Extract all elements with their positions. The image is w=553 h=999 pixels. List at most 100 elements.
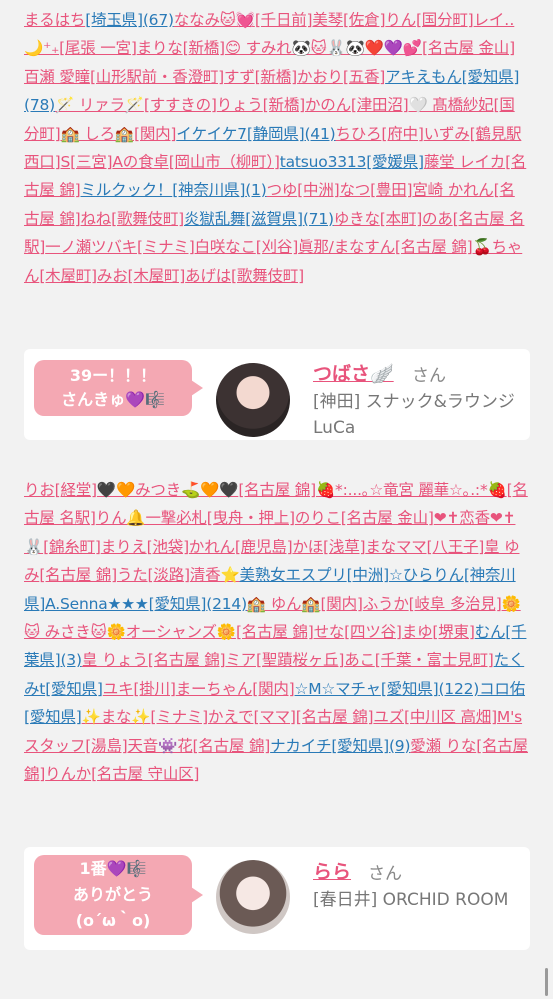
name-link[interactable]: [名古屋 錦] — [395, 238, 473, 256]
name-link[interactable]: まゆ — [402, 623, 433, 641]
name-link[interactable]: [ミナミ] — [150, 708, 208, 726]
name-link[interactable]: [中洲] — [297, 181, 339, 199]
name-link[interactable]: [国分町] — [416, 11, 474, 29]
name-link[interactable]: [池袋] — [147, 538, 189, 556]
name-link[interactable]: [関内] — [252, 680, 294, 698]
name-link[interactable]: りお — [24, 481, 55, 499]
name-link[interactable]: [名古屋 錦] — [148, 651, 226, 669]
name-link[interactable]: [千日前] — [255, 11, 313, 29]
name-link[interactable]: [名古屋 錦] — [236, 623, 314, 641]
name-link[interactable]: 😊 すみれ🐼🐱🐰🐼❤️💜💕 — [225, 39, 422, 57]
name-link[interactable]: 炎獄乱舞 — [184, 210, 245, 228]
name-link[interactable]: 🏫 ゆん🏫 — [247, 595, 321, 613]
name-link[interactable]: (78) — [24, 96, 55, 114]
name-link[interactable]: [岡山市（柳町）] — [169, 153, 280, 171]
name-link[interactable]: [曳舟・押上] — [207, 509, 295, 527]
name-link[interactable]: [中川区 高畑] — [404, 708, 497, 726]
name-link[interactable]: 宮崎 かれん — [412, 181, 493, 199]
name-link[interactable]: [名古屋 金山] — [341, 509, 434, 527]
name-link[interactable]: [名古屋 守山区] — [91, 765, 199, 783]
name-link[interactable]: ナカイチ — [270, 737, 331, 755]
name-link[interactable]: 一撃必札 — [145, 509, 206, 527]
name-link[interactable]: [ミナミ] — [137, 238, 195, 256]
name-link[interactable]: ユズ — [373, 708, 404, 726]
name-link[interactable]: ☆M☆マチャ — [295, 680, 382, 698]
name-link[interactable]: なつ — [339, 181, 370, 199]
name-link[interactable]: かれん — [189, 538, 235, 556]
name-link[interactable]: [佐倉] — [343, 11, 385, 29]
name-link[interactable]: (1) — [245, 181, 267, 199]
name-link[interactable]: A.Senna★★★ — [45, 595, 149, 613]
name-link[interactable]: [木屋町] — [39, 267, 97, 285]
name-link[interactable]: [四ツ谷] — [344, 623, 402, 641]
name-link[interactable]: 🍓*:...｡☆竜宮 麗華☆｡.:*🍓 — [316, 481, 507, 499]
name-link[interactable]: かのん — [305, 96, 351, 114]
name-link[interactable]: [名古屋 錦] — [296, 708, 374, 726]
message-card[interactable]: 39ー！！！ さんきゅ💜🎼 つばさ🪽 さん [神田] スナック&ラウンジ LuC… — [24, 349, 530, 440]
name-link[interactable]: [府中] — [381, 125, 423, 143]
name-link[interactable]: ミア — [225, 651, 256, 669]
name-link[interactable]: 🖤🧡みつき⛳️🧡🖤 — [97, 481, 239, 499]
name-link[interactable]: かほ — [292, 538, 323, 556]
name-link[interactable]: [尾張 一宮] — [59, 39, 137, 57]
name-link[interactable]: [埼玉県] — [85, 11, 143, 29]
name-link[interactable]: [掛川] — [133, 680, 175, 698]
name-link[interactable]: すず — [224, 68, 255, 86]
name-link[interactable]: 藤堂 レイカ — [424, 153, 505, 171]
name-link[interactable]: まりな — [137, 39, 183, 57]
name-link[interactable]: [愛知県] — [24, 708, 82, 726]
name-link[interactable]: [名古屋 錦] — [39, 566, 117, 584]
name-link[interactable]: (122) — [438, 680, 479, 698]
name-link[interactable]: つゆ — [267, 181, 298, 199]
name-link[interactable]: むん — [475, 623, 506, 641]
name-link[interactable]: 白咲なこ — [195, 238, 256, 256]
name-link[interactable]: [歌舞伎町] — [231, 267, 304, 285]
name-link[interactable]: [新橋] — [183, 39, 225, 57]
name-link[interactable]: [名古屋 錦] — [238, 481, 316, 499]
cast-avatar[interactable] — [216, 363, 290, 437]
name-link[interactable]: [関内] — [320, 595, 362, 613]
name-link[interactable]: かおり — [297, 68, 343, 86]
name-link[interactable]: ミルクック！ — [80, 181, 172, 199]
name-link[interactable]: 皇 りょう — [82, 651, 148, 669]
name-link[interactable]: 🪄 リァラ🪄 — [55, 96, 144, 114]
name-link[interactable]: [愛知県] — [45, 680, 103, 698]
name-link[interactable]: 一ノ瀬ツバキ — [45, 238, 137, 256]
name-link[interactable]: オーシャンズ🌼 — [126, 623, 236, 641]
name-link[interactable]: [五香] — [343, 68, 385, 86]
name-link[interactable]: [すすきの] — [144, 96, 217, 114]
name-link[interactable]: [静岡県] — [247, 125, 305, 143]
name-link[interactable]: のりこ — [295, 509, 341, 527]
name-link[interactable]: S — [60, 153, 70, 171]
name-link[interactable]: 百瀬 愛瞳 — [24, 68, 90, 86]
name-link[interactable]: (3) — [60, 651, 82, 669]
name-link[interactable]: 愛瀬 りな — [410, 737, 476, 755]
name-link[interactable]: [錦糸町] — [43, 538, 101, 556]
name-link[interactable]: [歌舞伎町] — [111, 210, 184, 228]
cast-name-link[interactable]: つばさ🪽 — [313, 359, 394, 386]
name-link[interactable]: [新橋] — [255, 68, 297, 86]
name-link[interactable]: [愛媛県] — [366, 153, 424, 171]
name-link[interactable]: まりえ — [101, 538, 147, 556]
name-link[interactable]: [本町] — [380, 210, 422, 228]
name-link[interactable]: 🏫 しろ🏫 — [60, 125, 134, 143]
name-link[interactable]: [木屋町] — [128, 267, 186, 285]
name-link[interactable]: ユキ — [103, 680, 134, 698]
name-link[interactable]: かえで — [208, 708, 254, 726]
name-link[interactable]: Aの食卓 — [112, 153, 169, 171]
name-link[interactable]: [岐阜 多治見] — [409, 595, 502, 613]
name-link[interactable]: [山形駅前・香澄町] — [90, 68, 224, 86]
name-link[interactable]: (9) — [389, 737, 411, 755]
name-link[interactable]: [神奈川県] — [172, 181, 245, 199]
name-link[interactable]: [愛知県] — [331, 737, 389, 755]
name-link[interactable]: [淡路] — [148, 566, 190, 584]
name-link[interactable]: アキえもん — [385, 68, 462, 86]
name-link[interactable]: ななみ🐱💓 — [174, 11, 255, 29]
name-link[interactable]: [ママ] — [253, 708, 295, 726]
name-link[interactable]: 🤍 髙橋紗妃 — [408, 96, 493, 114]
name-link[interactable]: [経堂] — [55, 481, 97, 499]
name-link[interactable]: [豊田] — [370, 181, 412, 199]
name-link[interactable]: [八王子] — [427, 538, 485, 556]
cast-avatar[interactable] — [216, 860, 290, 934]
name-link[interactable]: (67) — [143, 11, 174, 29]
